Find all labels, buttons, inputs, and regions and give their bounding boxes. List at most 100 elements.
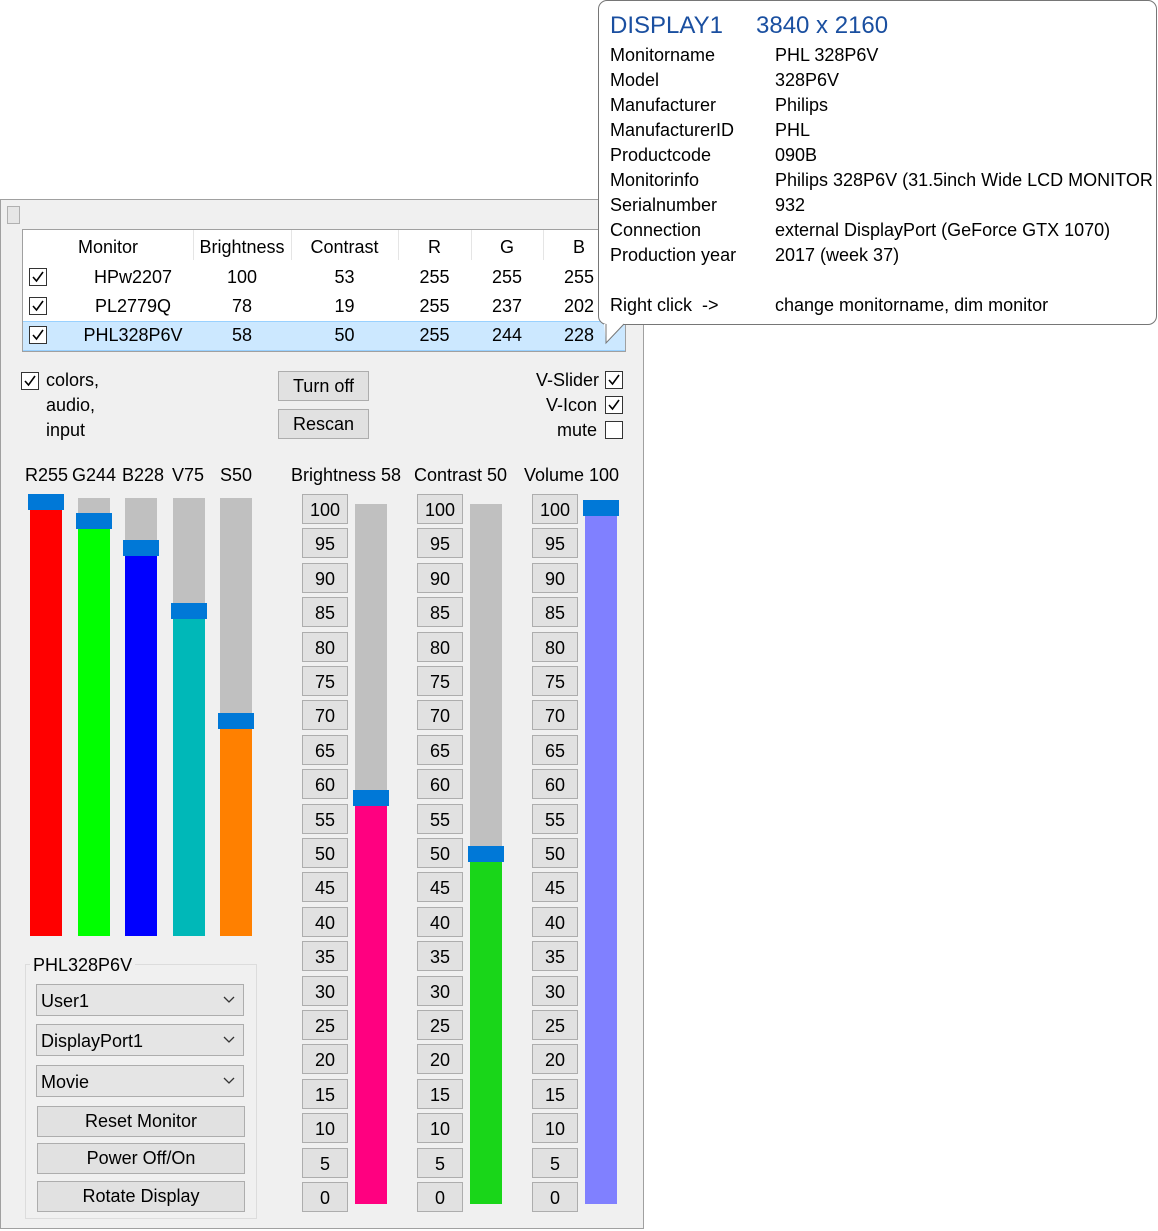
volume-step-button[interactable]: 80 (532, 632, 578, 662)
contrast-step-button[interactable]: 45 (417, 872, 463, 902)
window-grip[interactable] (7, 206, 20, 224)
colors-checkbox[interactable] (21, 372, 39, 390)
mode-select[interactable]: Movie (36, 1065, 244, 1097)
brightness-step-button[interactable]: 60 (302, 769, 348, 799)
brightness-step-button[interactable]: 85 (302, 597, 348, 627)
volume-step-button[interactable]: 15 (532, 1079, 578, 1109)
brightness-step-button[interactable]: 35 (302, 941, 348, 971)
contrast-step-button[interactable]: 100 (417, 494, 463, 524)
contrast-step-button[interactable]: 0 (417, 1182, 463, 1212)
contrast-step-button[interactable]: 30 (417, 976, 463, 1006)
contrast-step-button[interactable]: 20 (417, 1044, 463, 1074)
volume-step-button[interactable]: 20 (532, 1044, 578, 1074)
contrast-step-button[interactable]: 50 (417, 838, 463, 868)
brightness-step-button[interactable]: 90 (302, 563, 348, 593)
v-slider-thumb[interactable] (171, 603, 207, 619)
v-icon-checkbox[interactable] (605, 396, 623, 414)
contrast-step-button[interactable]: 5 (417, 1148, 463, 1178)
volume-slider[interactable] (583, 500, 619, 1204)
volume-step-button[interactable]: 95 (532, 528, 578, 558)
volume-step-button[interactable]: 60 (532, 769, 578, 799)
brightness-step-button[interactable]: 20 (302, 1044, 348, 1074)
brightness-step-button[interactable]: 5 (302, 1148, 348, 1178)
brightness-step-button[interactable]: 15 (302, 1079, 348, 1109)
contrast-step-button[interactable]: 40 (417, 907, 463, 937)
volume-step-button[interactable]: 55 (532, 804, 578, 834)
brightness-step-button[interactable]: 30 (302, 976, 348, 1006)
volume-step-button[interactable]: 5 (532, 1148, 578, 1178)
volume-step-button[interactable]: 75 (532, 666, 578, 696)
contrast-step-button[interactable]: 70 (417, 700, 463, 730)
contrast-step-button[interactable]: 85 (417, 597, 463, 627)
volume-step-button[interactable]: 10 (532, 1113, 578, 1143)
brightness-step-button[interactable]: 65 (302, 735, 348, 765)
preset-select[interactable]: User1 (36, 984, 244, 1016)
brightness-slider[interactable] (353, 504, 389, 1204)
volume-step-button[interactable]: 65 (532, 735, 578, 765)
brightness-step-button[interactable]: 95 (302, 528, 348, 558)
contrast-step-button[interactable]: 55 (417, 804, 463, 834)
volume-step-button[interactable]: 35 (532, 941, 578, 971)
row-checkbox[interactable] (29, 268, 47, 286)
mute-checkbox[interactable] (605, 421, 623, 439)
rotate-display-button[interactable]: Rotate Display (37, 1181, 245, 1212)
contrast-step-button[interactable]: 90 (417, 563, 463, 593)
brightness-step-button[interactable]: 70 (302, 700, 348, 730)
col-header-contrast[interactable]: Contrast (291, 230, 399, 260)
brightness-step-button[interactable]: 55 (302, 804, 348, 834)
contrast-step-button[interactable]: 35 (417, 941, 463, 971)
v-slider-checkbox[interactable] (605, 371, 623, 389)
volume-step-button[interactable]: 45 (532, 872, 578, 902)
brightness-step-button[interactable]: 100 (302, 494, 348, 524)
table-row[interactable]: PL2779Q 78 19 255 237 202 (23, 292, 625, 321)
brightness-step-button[interactable]: 0 (302, 1182, 348, 1212)
row-checkbox[interactable] (29, 297, 47, 315)
green-slider[interactable] (76, 498, 112, 936)
v-slider[interactable] (171, 498, 207, 936)
brightness-step-button[interactable]: 45 (302, 872, 348, 902)
contrast-step-button[interactable]: 95 (417, 528, 463, 558)
col-header-monitor[interactable]: Monitor (23, 230, 194, 260)
col-header-r[interactable]: R (398, 230, 472, 260)
volume-step-button[interactable]: 50 (532, 838, 578, 868)
volume-step-button[interactable]: 0 (532, 1182, 578, 1212)
table-row[interactable]: HPw2207 100 53 255 255 255 (23, 263, 625, 292)
contrast-step-button[interactable]: 60 (417, 769, 463, 799)
volume-step-button[interactable]: 30 (532, 976, 578, 1006)
contrast-step-button[interactable]: 10 (417, 1113, 463, 1143)
brightness-slider-thumb[interactable] (353, 790, 389, 806)
reset-monitor-button[interactable]: Reset Monitor (37, 1106, 245, 1137)
power-off-on-button[interactable]: Power Off/On (37, 1143, 245, 1174)
col-header-g[interactable]: G (471, 230, 544, 260)
contrast-step-button[interactable]: 80 (417, 632, 463, 662)
volume-step-button[interactable]: 70 (532, 700, 578, 730)
volume-step-button[interactable]: 40 (532, 907, 578, 937)
contrast-slider-thumb[interactable] (468, 846, 504, 862)
red-slider-thumb[interactable] (28, 494, 64, 510)
volume-step-button[interactable]: 90 (532, 563, 578, 593)
contrast-step-button[interactable]: 65 (417, 735, 463, 765)
contrast-slider[interactable] (468, 504, 504, 1204)
volume-slider-thumb[interactable] (583, 500, 619, 516)
brightness-step-button[interactable]: 50 (302, 838, 348, 868)
brightness-step-button[interactable]: 80 (302, 632, 348, 662)
row-checkbox[interactable] (29, 326, 47, 344)
contrast-step-button[interactable]: 75 (417, 666, 463, 696)
volume-step-button[interactable]: 25 (532, 1010, 578, 1040)
turn-off-button[interactable]: Turn off (278, 371, 369, 401)
s-slider[interactable] (218, 498, 254, 936)
volume-step-button[interactable]: 85 (532, 597, 578, 627)
brightness-step-button[interactable]: 10 (302, 1113, 348, 1143)
brightness-step-button[interactable]: 25 (302, 1010, 348, 1040)
s-slider-thumb[interactable] (218, 713, 254, 729)
col-header-brightness[interactable]: Brightness (193, 230, 292, 260)
input-select[interactable]: DisplayPort1 (36, 1024, 244, 1056)
table-row-selected[interactable]: PHL328P6V 58 50 255 244 228 (23, 321, 625, 351)
blue-slider[interactable] (123, 498, 159, 936)
contrast-step-button[interactable]: 25 (417, 1010, 463, 1040)
brightness-step-button[interactable]: 75 (302, 666, 348, 696)
red-slider[interactable] (28, 494, 64, 936)
contrast-step-button[interactable]: 15 (417, 1079, 463, 1109)
green-slider-thumb[interactable] (76, 513, 112, 529)
rescan-button[interactable]: Rescan (278, 409, 369, 439)
